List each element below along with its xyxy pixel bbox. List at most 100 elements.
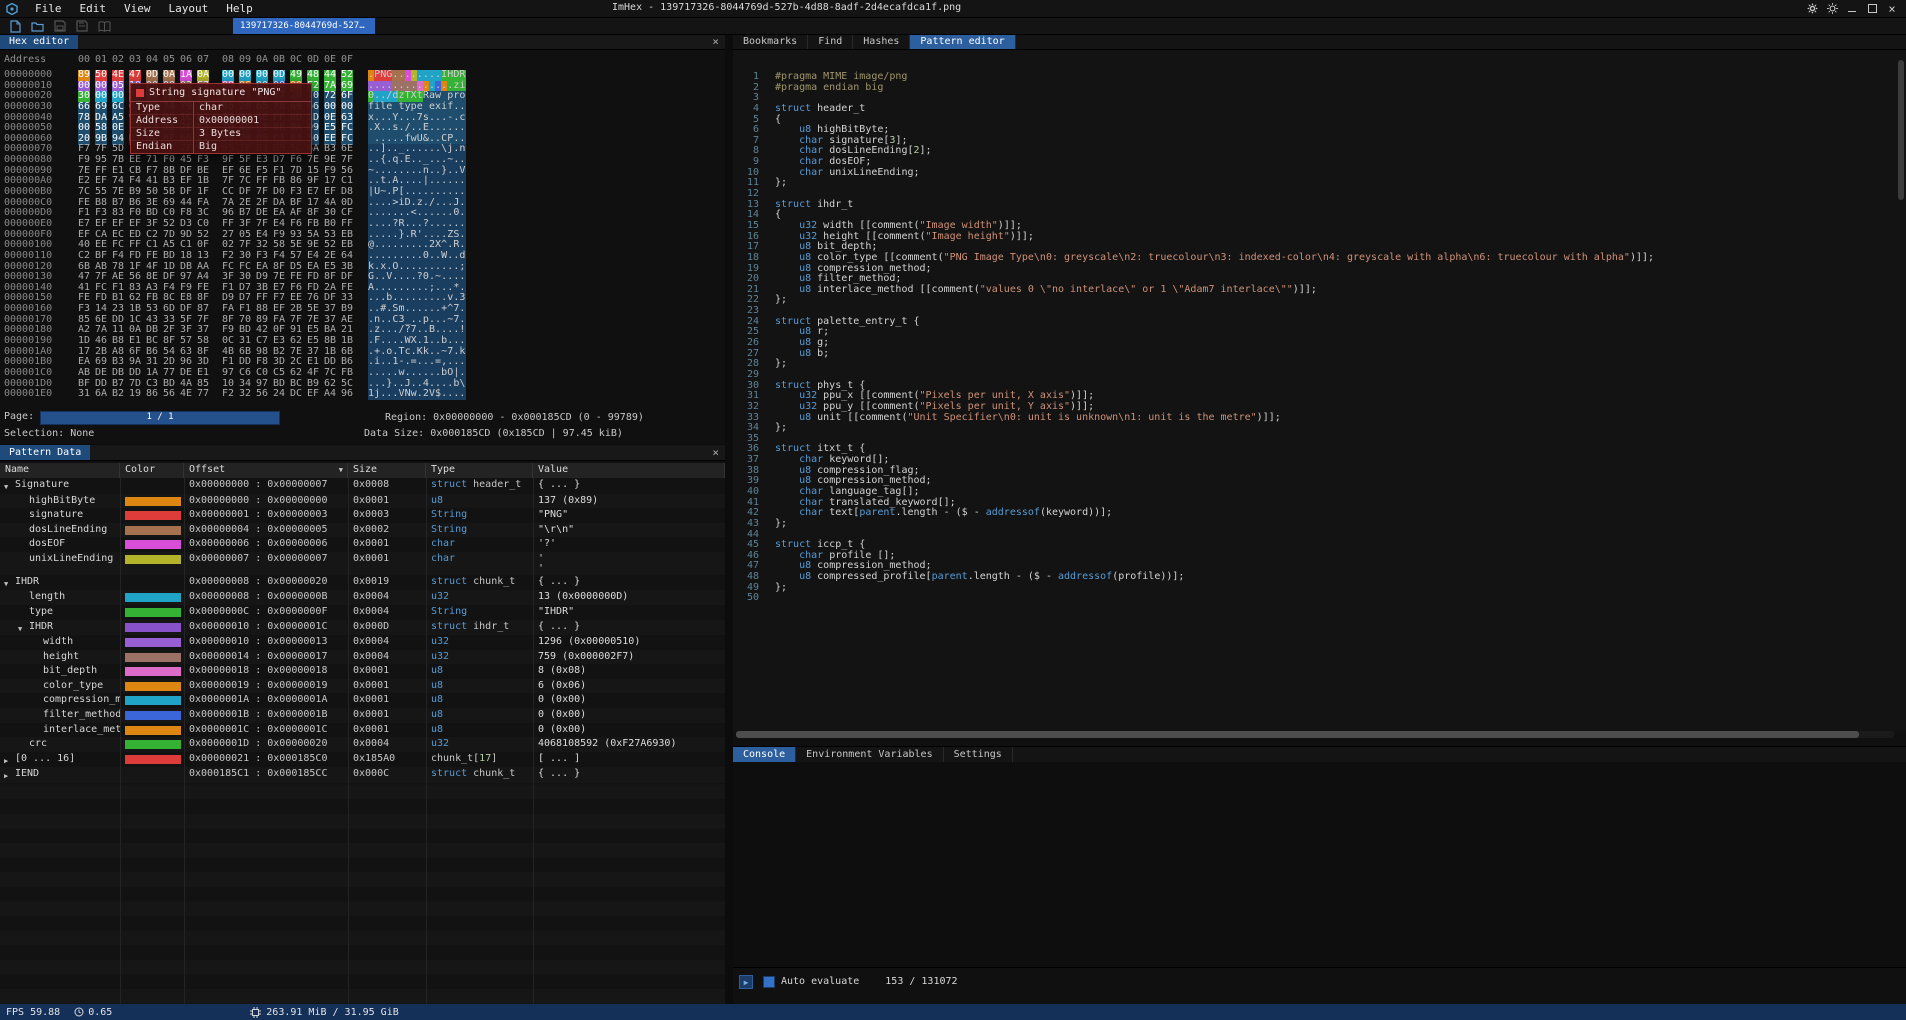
code-line[interactable]: 19 u8 compression_method; [733, 264, 1906, 275]
ascii-char[interactable]: . [459, 102, 465, 113]
close-icon[interactable]: × [712, 445, 719, 460]
table-row[interactable]: height0x00000014 : 0x000000170x0004u3275… [0, 650, 725, 665]
hex-byte[interactable]: F4 [273, 251, 285, 262]
hex-byte[interactable]: 97 [222, 368, 234, 379]
hex-byte[interactable]: 24 [273, 389, 285, 400]
hex-byte[interactable]: 6C [112, 102, 124, 113]
hex-byte[interactable]: F2 [222, 389, 234, 400]
tree-arrow-icon[interactable]: ▼ [4, 576, 15, 591]
document-tab[interactable]: 139717326-8044769d-527b-4d88-8adf-2... [233, 18, 375, 34]
hex-byte[interactable]: 7C [324, 368, 336, 379]
hex-byte[interactable]: B2 [112, 389, 124, 400]
table-row[interactable]: length0x00000008 : 0x0000000B0x0004u3213… [0, 590, 725, 605]
hex-byte[interactable]: A4 [324, 389, 336, 400]
ascii-char[interactable]: d [459, 251, 465, 262]
menu-help[interactable]: Help [217, 0, 262, 17]
code-line[interactable]: 8 char dosLineEnding[2]; [733, 146, 1906, 157]
menu-layout[interactable]: Layout [160, 0, 218, 17]
hex-byte[interactable]: 00 [324, 102, 336, 113]
code-line[interactable]: 3 [733, 93, 1906, 104]
code-line[interactable]: 16 u32 height [[comment("Image height")]… [733, 232, 1906, 243]
hex-byte[interactable]: 18 [180, 251, 192, 262]
maximize-button[interactable] [1862, 0, 1882, 17]
hex-byte[interactable]: F2 [222, 251, 234, 262]
hex-byte[interactable]: F4 [112, 251, 124, 262]
table-row[interactable]: ▼Signature0x00000000 : 0x000000070x0008s… [0, 478, 725, 494]
code-line[interactable]: 11}; [733, 178, 1906, 189]
hex-byte[interactable]: 31 [78, 389, 90, 400]
theme-sun-icon[interactable] [1822, 0, 1842, 17]
col-header-color[interactable]: Color [120, 463, 184, 478]
pattern-editor-code[interactable]: 1#pragma MIME image/png2#pragma endian b… [733, 50, 1906, 732]
hex-byte[interactable]: 57 [290, 251, 302, 262]
menu-file[interactable]: File [26, 0, 71, 17]
hex-byte[interactable]: FE [146, 251, 158, 262]
code-line[interactable]: 27 u8 b; [733, 349, 1906, 360]
hex-byte[interactable]: 56 [256, 389, 268, 400]
hex-byte[interactable]: 62 [290, 368, 302, 379]
code-line[interactable]: 45struct iccp_t { [733, 540, 1906, 551]
book-icon[interactable] [98, 21, 111, 32]
hex-byte[interactable]: C5 [273, 368, 285, 379]
hex-byte[interactable]: 32 [239, 389, 251, 400]
page-slider[interactable]: 1 / 1 [40, 411, 280, 425]
hex-byte[interactable]: DD [129, 368, 141, 379]
hex-byte[interactable]: C2 [78, 251, 90, 262]
ascii-char[interactable]: . [459, 389, 465, 400]
code-line[interactable]: 50 [733, 593, 1906, 604]
tab-environment-variables[interactable]: Environment Variables [796, 747, 943, 762]
tab-bookmarks[interactable]: Bookmarks [733, 34, 808, 49]
table-row[interactable]: ▼IHDR0x00000008 : 0x000000200x0019struct… [0, 575, 725, 591]
hex-byte[interactable]: 56 [163, 389, 175, 400]
hex-byte[interactable]: E4 [307, 251, 319, 262]
code-line[interactable]: 2#pragma endian big [733, 83, 1906, 94]
hex-byte[interactable]: FB [341, 368, 353, 379]
tree-arrow-icon[interactable]: ▼ [18, 621, 29, 636]
code-line[interactable]: 1#pragma MIME image/png [733, 72, 1906, 83]
hex-byte[interactable]: 1A [146, 368, 158, 379]
hex-byte[interactable]: 6A [95, 389, 107, 400]
code-line[interactable]: 21 u8 interlace_method [[comment("values… [733, 285, 1906, 296]
code-line[interactable]: 28}; [733, 359, 1906, 370]
code-line[interactable]: 35 [733, 434, 1906, 445]
hex-byte[interactable]: EF [307, 389, 319, 400]
minimize-button[interactable] [1842, 0, 1862, 17]
code-line[interactable]: 4struct header_t [733, 104, 1906, 115]
table-row[interactable]: ▶IEND0x000185C1 : 0x000185CC0x000Cstruct… [0, 767, 725, 783]
hex-byte[interactable]: 64 [341, 251, 353, 262]
hex-byte[interactable]: 77 [197, 389, 209, 400]
code-line[interactable]: 29 [733, 370, 1906, 381]
tab-hashes[interactable]: Hashes [853, 34, 910, 49]
hex-byte[interactable]: C6 [239, 368, 251, 379]
hex-byte[interactable]: AB [78, 368, 90, 379]
table-row[interactable]: interlace_metho0x0000001C : 0x0000001C0x… [0, 723, 725, 738]
code-line[interactable]: 44 [733, 530, 1906, 541]
code-line[interactable]: 10 char unixLineEnding; [733, 168, 1906, 179]
tab-settings[interactable]: Settings [944, 747, 1013, 762]
hex-byte[interactable]: 69 [95, 102, 107, 113]
open-folder-icon[interactable] [31, 21, 44, 32]
hex-byte[interactable]: 86 [146, 389, 158, 400]
code-line[interactable]: 25 u8 r; [733, 327, 1906, 338]
tree-arrow-icon[interactable]: ▶ [4, 768, 15, 783]
table-row[interactable]: bit_depth0x00000018 : 0x000000180x0001u8… [0, 664, 725, 679]
close-icon[interactable]: × [712, 34, 719, 49]
code-line[interactable]: 6 u8 highBitByte; [733, 125, 1906, 136]
hex-byte[interactable]: C0 [256, 368, 268, 379]
col-header-value[interactable]: Value [533, 463, 725, 478]
code-line[interactable]: 36struct itxt_t { [733, 444, 1906, 455]
menu-edit[interactable]: Edit [71, 0, 116, 17]
code-line[interactable]: 5{ [733, 115, 1906, 126]
table-row[interactable]: highBitByte0x00000000 : 0x000000000x0001… [0, 494, 725, 509]
menu-view[interactable]: View [115, 0, 160, 17]
hex-byte[interactable]: DB [112, 368, 124, 379]
code-line[interactable]: 33 u8 unit [[comment("Unit Specifier\n0:… [733, 413, 1906, 424]
col-header-name[interactable]: Name [0, 463, 120, 478]
hex-byte[interactable]: 4E [180, 389, 192, 400]
tab-pattern-data[interactable]: Pattern Data [0, 445, 90, 460]
table-row[interactable]: crc0x0000001D : 0x000000200x0004u3240681… [0, 737, 725, 752]
col-header-size[interactable]: Size [348, 463, 426, 478]
hex-byte[interactable]: 96 [341, 389, 353, 400]
hex-byte[interactable]: 00 [341, 102, 353, 113]
hex-byte[interactable]: DE [180, 368, 192, 379]
